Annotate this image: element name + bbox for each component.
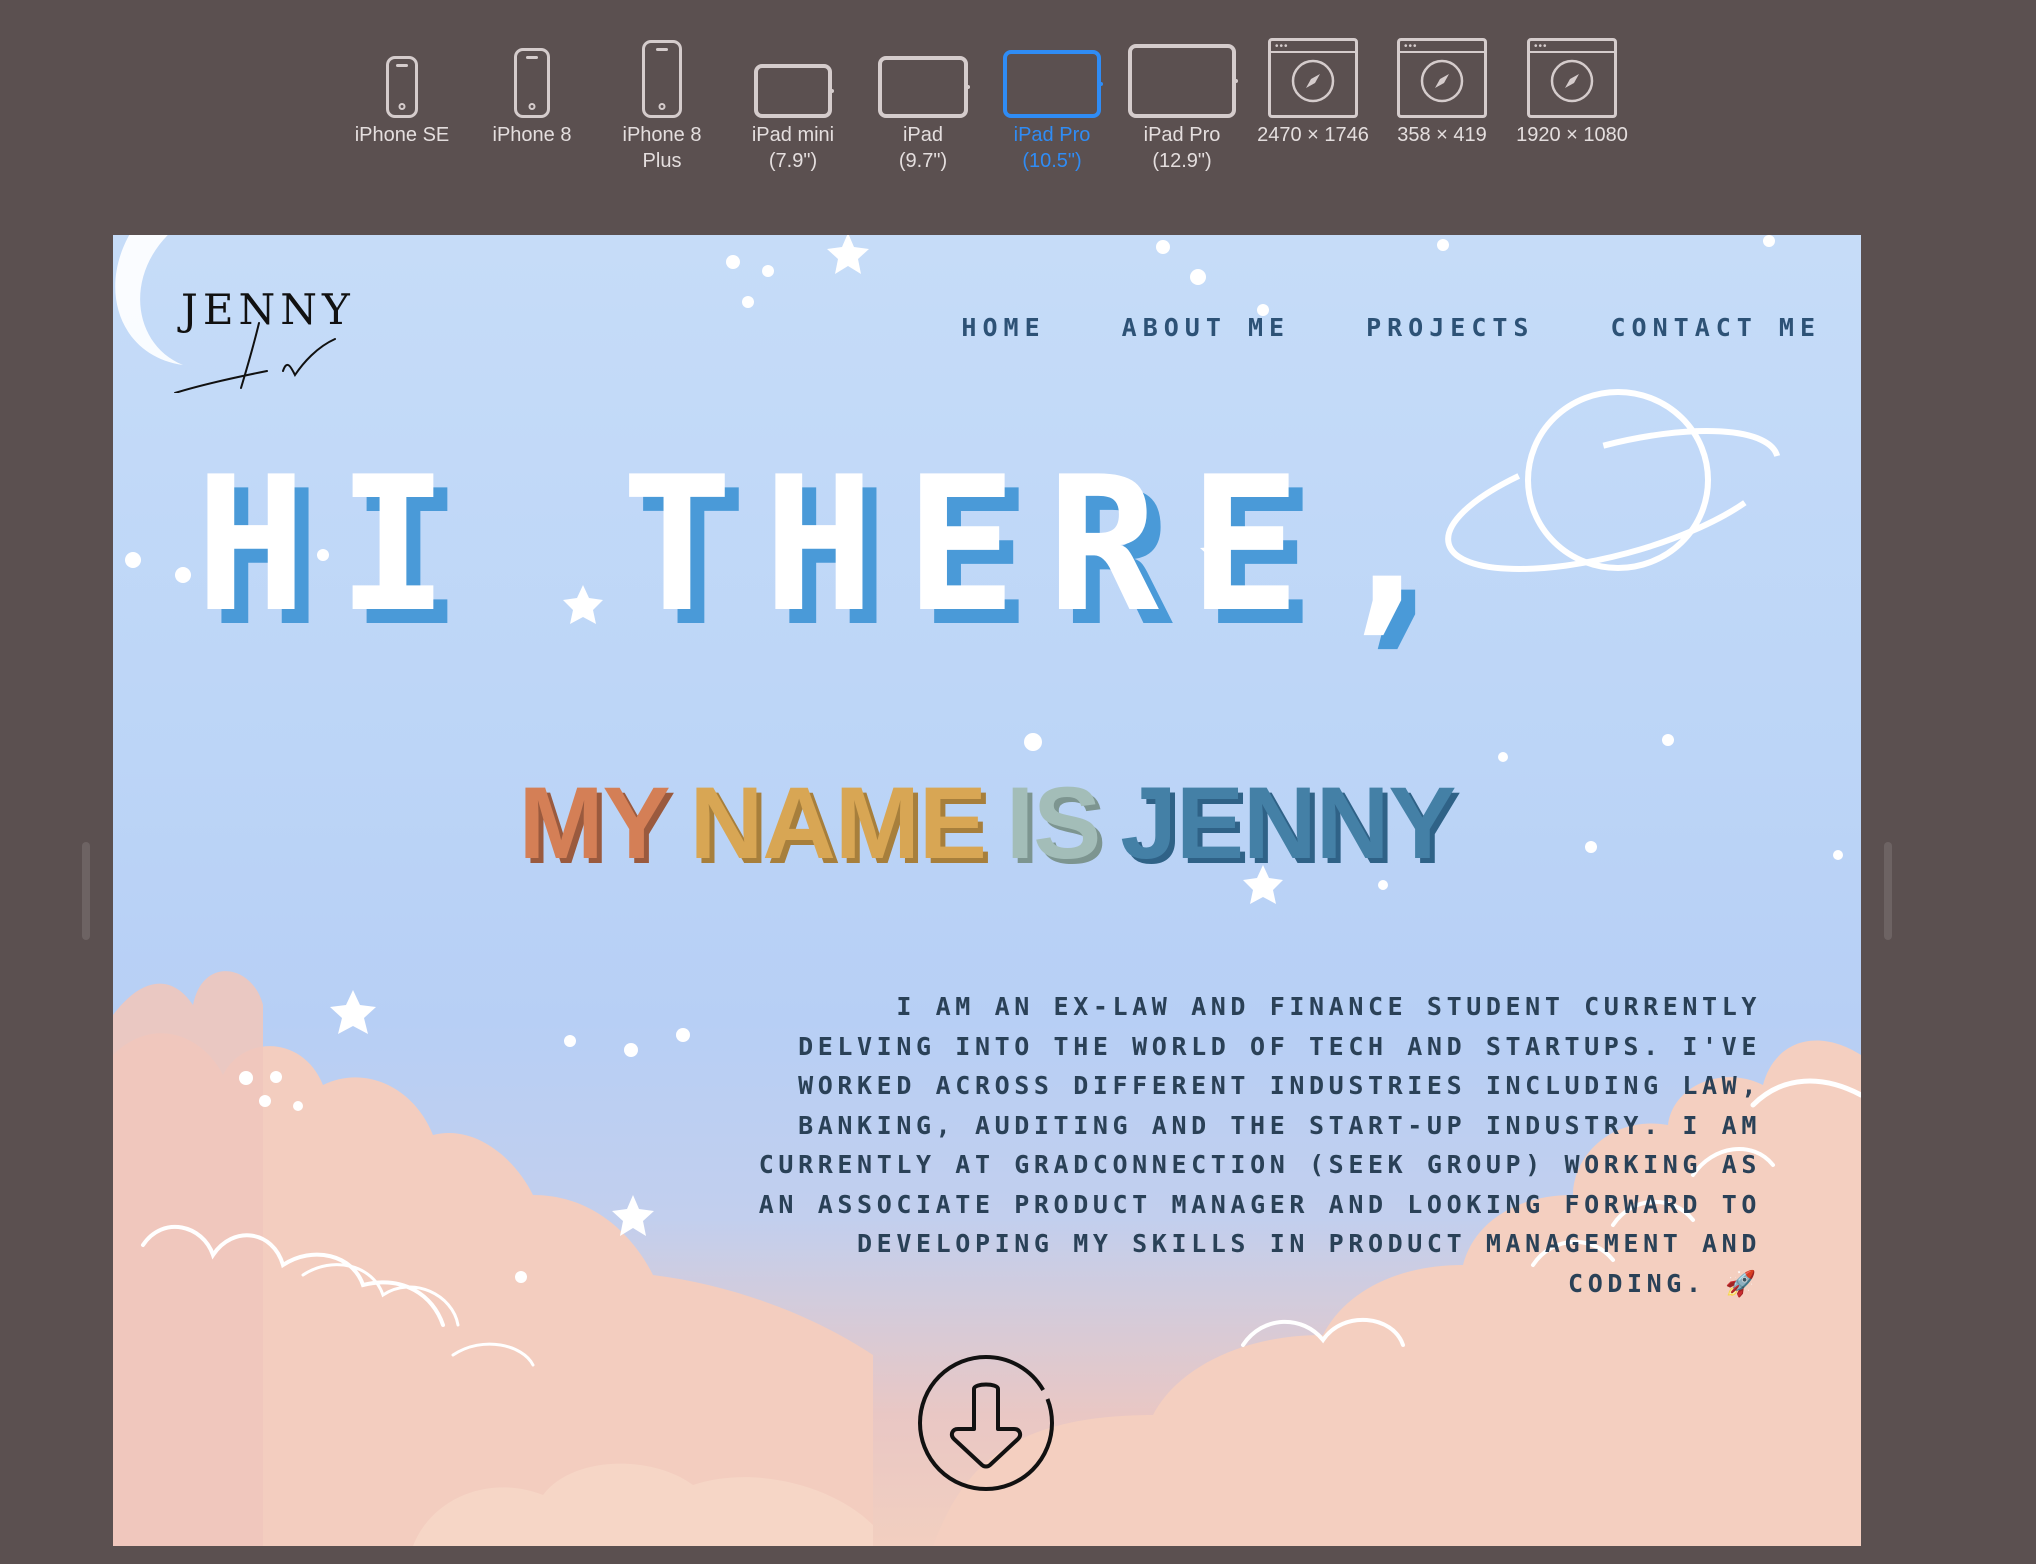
name-word-name: NAME [689, 766, 987, 880]
device-ipad-pro-12-9[interactable]: iPad Pro (12.9") [1117, 28, 1247, 174]
device-label: 2470 × 1746 [1257, 124, 1369, 146]
ipad-icon [1128, 44, 1236, 118]
safari-window-icon: ••• [1268, 38, 1358, 118]
ipad-icon [878, 56, 968, 118]
nav-projects[interactable]: PROJECTS [1366, 313, 1534, 342]
safari-window-icon: ••• [1527, 38, 1617, 118]
device-label: iPad Pro (12.9") [1143, 124, 1221, 172]
device-label: iPhone 8 [492, 124, 572, 146]
iphone-icon [386, 56, 418, 118]
device-1920x1080[interactable]: ••• 1920 × 1080 [1507, 28, 1637, 148]
scroll-down-button[interactable] [916, 1353, 1056, 1493]
logo-signature-icon [174, 322, 336, 393]
site-logo[interactable]: JENNY [167, 263, 350, 393]
ipad-icon [1003, 50, 1101, 118]
name-word-jenny: JENNY [1120, 766, 1456, 880]
device-label: iPad mini (7.9") [751, 124, 835, 172]
iphone-icon [514, 48, 550, 118]
device-iphone-se[interactable]: iPhone SE [337, 28, 467, 148]
nav-about-me[interactable]: ABOUT ME [1122, 313, 1290, 342]
device-label: 1920 × 1080 [1516, 124, 1628, 146]
iphone-icon [642, 40, 682, 118]
device-iphone-8[interactable]: iPhone 8 [467, 28, 597, 148]
device-toolbar: iPhone SE iPhone 8 iPhone 8 Plus iPad mi… [0, 0, 2036, 190]
name-heading: MY NAME IS JENNY [113, 765, 1861, 882]
device-label: iPhone SE [354, 124, 450, 146]
ipad-icon [754, 64, 832, 118]
resize-handle-left[interactable] [82, 842, 90, 940]
responsive-viewport: JENNY HOME ABOUT ME PROJECTS CONTACT ME … [113, 235, 1861, 1546]
device-ipad-pro-10-5[interactable]: iPad Pro (10.5") [987, 28, 1117, 174]
device-label: iPad Pro (10.5") [1013, 124, 1091, 172]
device-ipad-mini[interactable]: iPad mini (7.9") [728, 28, 858, 174]
nav-contact-me[interactable]: CONTACT ME [1610, 313, 1821, 342]
name-word-my: MY [518, 766, 671, 880]
device-358x419[interactable]: ••• 358 × 419 [1377, 28, 1507, 148]
device-iphone-8-plus[interactable]: iPhone 8 Plus [597, 28, 727, 174]
device-label: iPad (9.7") [898, 124, 948, 172]
device-ipad[interactable]: iPad (9.7") [858, 28, 988, 174]
bio-paragraph: I AM AN EX-LAW AND FINANCE STUDENT CURRE… [758, 992, 1761, 1298]
main-nav: HOME ABOUT ME PROJECTS CONTACT ME [961, 313, 1821, 342]
hero-title: HI THERE, [195, 436, 1473, 653]
nav-home[interactable]: HOME [961, 313, 1045, 342]
name-word-is: IS [1005, 766, 1101, 880]
device-label: 358 × 419 [1397, 124, 1487, 146]
sky-background [113, 235, 1861, 1546]
device-2470x1746[interactable]: ••• 2470 × 1746 [1248, 28, 1378, 148]
resize-handle-right[interactable] [1884, 842, 1892, 940]
device-label: iPhone 8 Plus [622, 124, 702, 172]
safari-window-icon: ••• [1397, 38, 1487, 118]
arrow-down-circle-icon [918, 1355, 1054, 1491]
